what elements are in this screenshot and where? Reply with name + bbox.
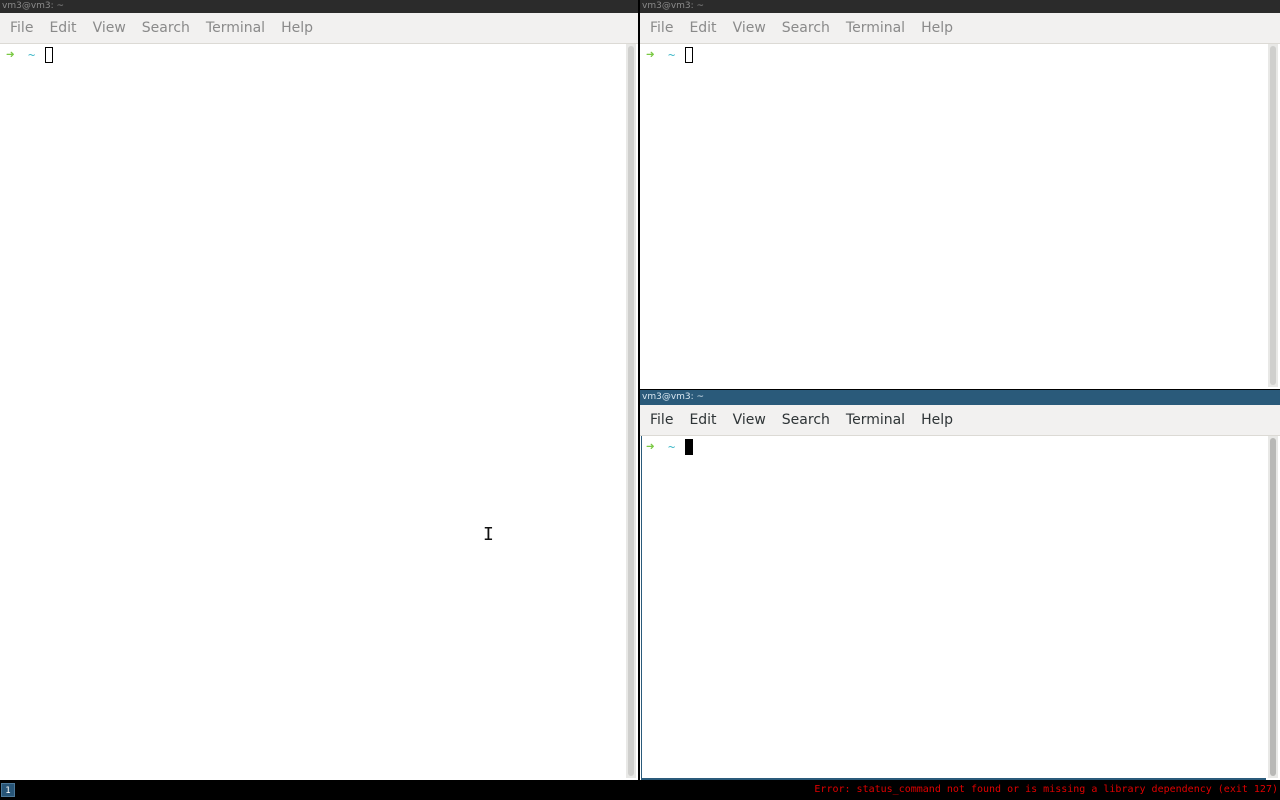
menu-help[interactable]: Help [913, 412, 961, 428]
right-arrow-icon: ➜ [646, 439, 655, 455]
text-cursor [685, 439, 694, 455]
text-cursor [685, 47, 694, 63]
menu-view[interactable]: View [85, 20, 134, 36]
scrollbar[interactable] [626, 44, 636, 778]
menu-help[interactable]: Help [913, 20, 961, 36]
window-title: vm3@vm3: ~ [0, 0, 638, 13]
terminal-area[interactable]: ➜ ~ [641, 436, 1266, 780]
status-bar: 1 Error: status_command not found or is … [0, 780, 1280, 800]
right-arrow-icon: ➜ [646, 47, 655, 63]
prompt-line: ➜ ~ [646, 438, 694, 456]
menu-help[interactable]: Help [273, 20, 321, 36]
menu-terminal[interactable]: Terminal [198, 20, 273, 36]
menu-search[interactable]: Search [774, 20, 838, 36]
right-arrow-icon: ➜ [6, 47, 15, 63]
terminal-window-left[interactable]: vm3@vm3: ~ File Edit View Search Termina… [0, 0, 638, 780]
scroll-thumb[interactable] [1270, 438, 1276, 776]
menu-edit[interactable]: Edit [41, 20, 84, 36]
window-title: vm3@vm3: ~ [640, 0, 1280, 13]
menu-view[interactable]: View [725, 412, 774, 428]
ibeam-cursor-icon: I [483, 524, 494, 545]
menu-edit[interactable]: Edit [681, 20, 724, 36]
menu-file[interactable]: File [642, 20, 681, 36]
menu-file[interactable]: File [642, 412, 681, 428]
menu-terminal[interactable]: Terminal [838, 412, 913, 428]
menu-search[interactable]: Search [774, 412, 838, 428]
menu-edit[interactable]: Edit [681, 412, 724, 428]
terminal-area[interactable]: ➜ ~ [2, 44, 624, 778]
menu-bar: File Edit View Search Terminal Help [640, 405, 1280, 436]
prompt-line: ➜ ~ [646, 46, 694, 64]
menu-bar: File Edit View Search Terminal Help [0, 13, 638, 44]
menu-file[interactable]: File [2, 20, 41, 36]
terminal-area[interactable]: ➜ ~ [642, 44, 1266, 387]
scroll-thumb[interactable] [1270, 46, 1276, 385]
prompt-directory: ~ [28, 48, 36, 62]
prompt-line: ➜ ~ [6, 46, 54, 64]
scrollbar[interactable] [1268, 436, 1278, 778]
prompt-directory: ~ [668, 48, 676, 62]
scrollbar[interactable] [1268, 44, 1278, 387]
menu-search[interactable]: Search [134, 20, 198, 36]
terminal-window-bottom-right[interactable]: vm3@vm3: ~ File Edit View Search Termina… [640, 390, 1280, 780]
workspace-button[interactable]: 1 [1, 783, 15, 797]
prompt-directory: ~ [668, 440, 676, 454]
window-title: vm3@vm3: ~ [640, 390, 1280, 405]
status-error-text: Error: status_command not found or is mi… [814, 784, 1278, 795]
menu-terminal[interactable]: Terminal [838, 20, 913, 36]
terminal-window-top-right[interactable]: vm3@vm3: ~ File Edit View Search Termina… [640, 0, 1280, 389]
scroll-thumb[interactable] [628, 46, 634, 776]
text-cursor [45, 47, 54, 63]
menu-view[interactable]: View [725, 20, 774, 36]
menu-bar: File Edit View Search Terminal Help [640, 13, 1280, 44]
